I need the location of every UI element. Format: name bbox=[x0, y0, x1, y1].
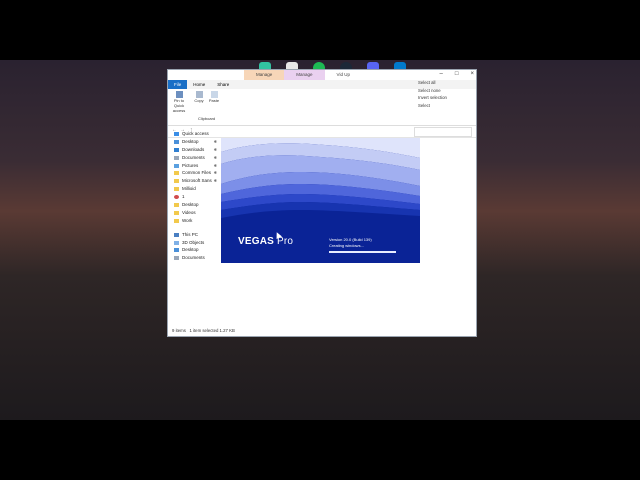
app-icon bbox=[174, 195, 179, 200]
pin-icon: ✱ bbox=[213, 170, 217, 176]
documents-icon bbox=[174, 256, 179, 261]
nav-item[interactable]: 3D Objects bbox=[168, 239, 220, 247]
nav-item[interactable]: Desktop bbox=[168, 201, 220, 209]
select-group-label: Select bbox=[418, 102, 430, 108]
desktop-folder-icon bbox=[174, 248, 179, 253]
nav-item[interactable]: Desktop ✱ bbox=[168, 138, 220, 146]
tab-file[interactable]: File bbox=[168, 80, 188, 89]
computer-icon bbox=[174, 232, 179, 237]
folder-icon bbox=[174, 218, 179, 223]
selection-info: 1 item selected 1.27 KB bbox=[189, 328, 235, 333]
nav-item[interactable]: Documents bbox=[168, 254, 220, 262]
copy-icon bbox=[195, 91, 203, 98]
select-none-button[interactable]: Select none bbox=[418, 87, 447, 95]
navigation-pane: Quick access Desktop ✱ Downloads ✱ Documen… bbox=[168, 130, 220, 325]
clipboard-group-label: Clipboard bbox=[198, 116, 216, 121]
search-input[interactable] bbox=[414, 127, 472, 137]
nav-item[interactable]: Desktop bbox=[168, 246, 220, 254]
pictures-icon bbox=[174, 163, 179, 168]
nav-item[interactable]: Work bbox=[168, 217, 220, 225]
folder-icon bbox=[174, 171, 179, 176]
select-group: Select all Select none Invert selection … bbox=[418, 79, 447, 109]
loading-progress-bar bbox=[329, 251, 396, 253]
folder-icon bbox=[174, 202, 179, 207]
folder-icon bbox=[174, 179, 179, 184]
vegas-pro-logo: VEGAS Pro bbox=[238, 236, 294, 247]
context-tab-manage[interactable]: Manage bbox=[244, 70, 285, 80]
pin-icon bbox=[175, 91, 183, 98]
nav-item[interactable]: Documents ✱ bbox=[168, 154, 220, 162]
item-count: 9 items bbox=[172, 328, 186, 333]
desktop-folder-icon bbox=[174, 139, 179, 144]
vegas-pro-splash: VEGAS Pro Version 20.0 (Build 139) Creat… bbox=[221, 138, 420, 263]
copy-button[interactable]: Copy bbox=[192, 91, 206, 103]
status-bar: 9 items 1 item selected 1.27 KB bbox=[168, 326, 476, 336]
pin-icon: ✱ bbox=[213, 178, 217, 184]
nav-item[interactable]: Videos bbox=[168, 209, 220, 217]
invert-selection-button[interactable]: Invert selection bbox=[418, 94, 447, 102]
star-icon bbox=[174, 131, 179, 136]
nav-item[interactable]: Common Files ✱ bbox=[168, 169, 220, 177]
pin-icon: ✱ bbox=[213, 162, 217, 168]
nav-item[interactable]: Microsoft Sans ✱ bbox=[168, 177, 220, 185]
nav-item[interactable]: Millioid bbox=[168, 185, 220, 193]
pin-icon: ✱ bbox=[213, 154, 217, 160]
folder-icon bbox=[174, 210, 179, 215]
paste-icon bbox=[210, 91, 218, 98]
context-tab-vid[interactable]: Vid Up bbox=[325, 70, 362, 80]
download-icon bbox=[174, 147, 179, 152]
pin-quick-access-button[interactable]: Pin to Quick access bbox=[170, 91, 188, 113]
documents-icon bbox=[174, 155, 179, 160]
cube-icon bbox=[174, 240, 179, 245]
select-all-button[interactable]: Select all bbox=[418, 79, 447, 87]
maximize-icon[interactable]: □ bbox=[455, 71, 459, 77]
folder-icon bbox=[174, 187, 179, 192]
loading-status: Creating windows... bbox=[329, 243, 364, 248]
nav-this-pc[interactable]: This PC bbox=[168, 231, 220, 239]
paste-button[interactable]: Paste bbox=[207, 91, 221, 103]
nav-item[interactable]: 1 bbox=[168, 193, 220, 201]
context-tab-manage-2[interactable]: Manage bbox=[284, 70, 325, 80]
nav-item[interactable]: Downloads ✱ bbox=[168, 146, 220, 154]
close-icon[interactable]: × bbox=[470, 71, 474, 77]
minimize-icon[interactable]: – bbox=[440, 71, 443, 77]
pin-icon: ✱ bbox=[213, 138, 217, 144]
tab-home[interactable]: Home bbox=[187, 80, 211, 89]
version-info: Version 20.0 (Build 139) Creating window… bbox=[329, 237, 372, 249]
nav-quick-access[interactable]: Quick access bbox=[168, 130, 220, 138]
nav-item[interactable]: Pictures ✱ bbox=[168, 162, 220, 170]
pin-icon: ✱ bbox=[213, 146, 217, 152]
tab-share[interactable]: Share bbox=[211, 80, 235, 89]
